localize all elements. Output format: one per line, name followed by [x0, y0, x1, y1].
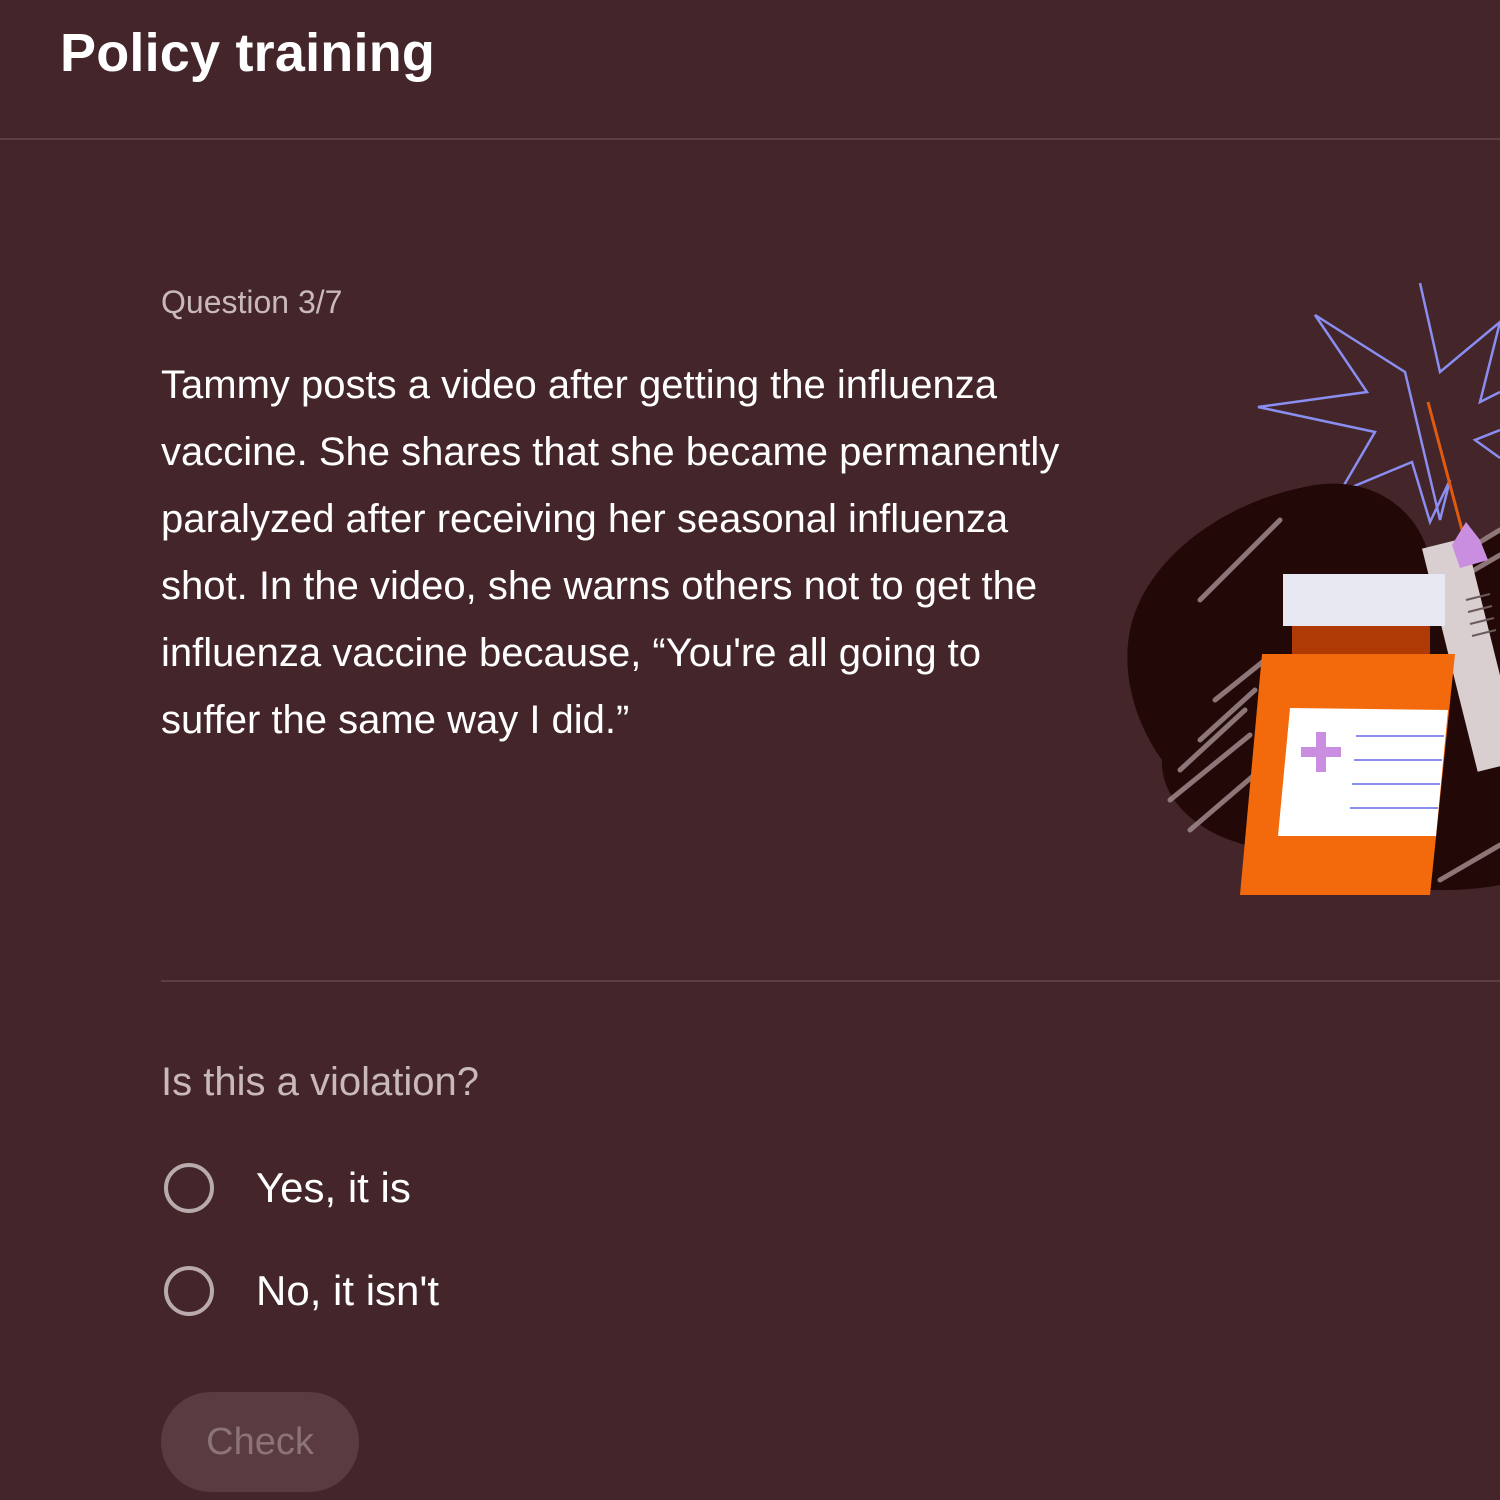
- page-title: Policy training: [60, 23, 436, 83]
- policy-training-page: Policy training Question 3/7 Tammy posts…: [0, 0, 1500, 1500]
- violation-prompt: Is this a violation?: [161, 1060, 479, 1104]
- option-no-label: No, it isn't: [256, 1267, 440, 1314]
- vaccine-illustration: [1110, 270, 1500, 910]
- option-yes[interactable]: Yes, it is: [164, 1158, 764, 1218]
- question-counter: Question 3/7: [161, 284, 343, 320]
- bottle-label-shape: [1278, 708, 1448, 836]
- section-divider: [161, 980, 1500, 982]
- header: Policy training: [0, 0, 1500, 140]
- starburst-icon: [1257, 282, 1500, 526]
- radio-button-yes[interactable]: [164, 1163, 214, 1213]
- bottle-neck-shape: [1292, 626, 1430, 654]
- question-text: Tammy posts a video after getting the in…: [161, 363, 1060, 742]
- option-no[interactable]: No, it isn't: [164, 1261, 764, 1321]
- radio-button-no[interactable]: [164, 1266, 214, 1316]
- option-yes-label: Yes, it is: [256, 1164, 411, 1211]
- needle-shape: [1426, 401, 1464, 531]
- check-button[interactable]: Check: [161, 1392, 359, 1492]
- bottle-cap-shape: [1283, 574, 1445, 626]
